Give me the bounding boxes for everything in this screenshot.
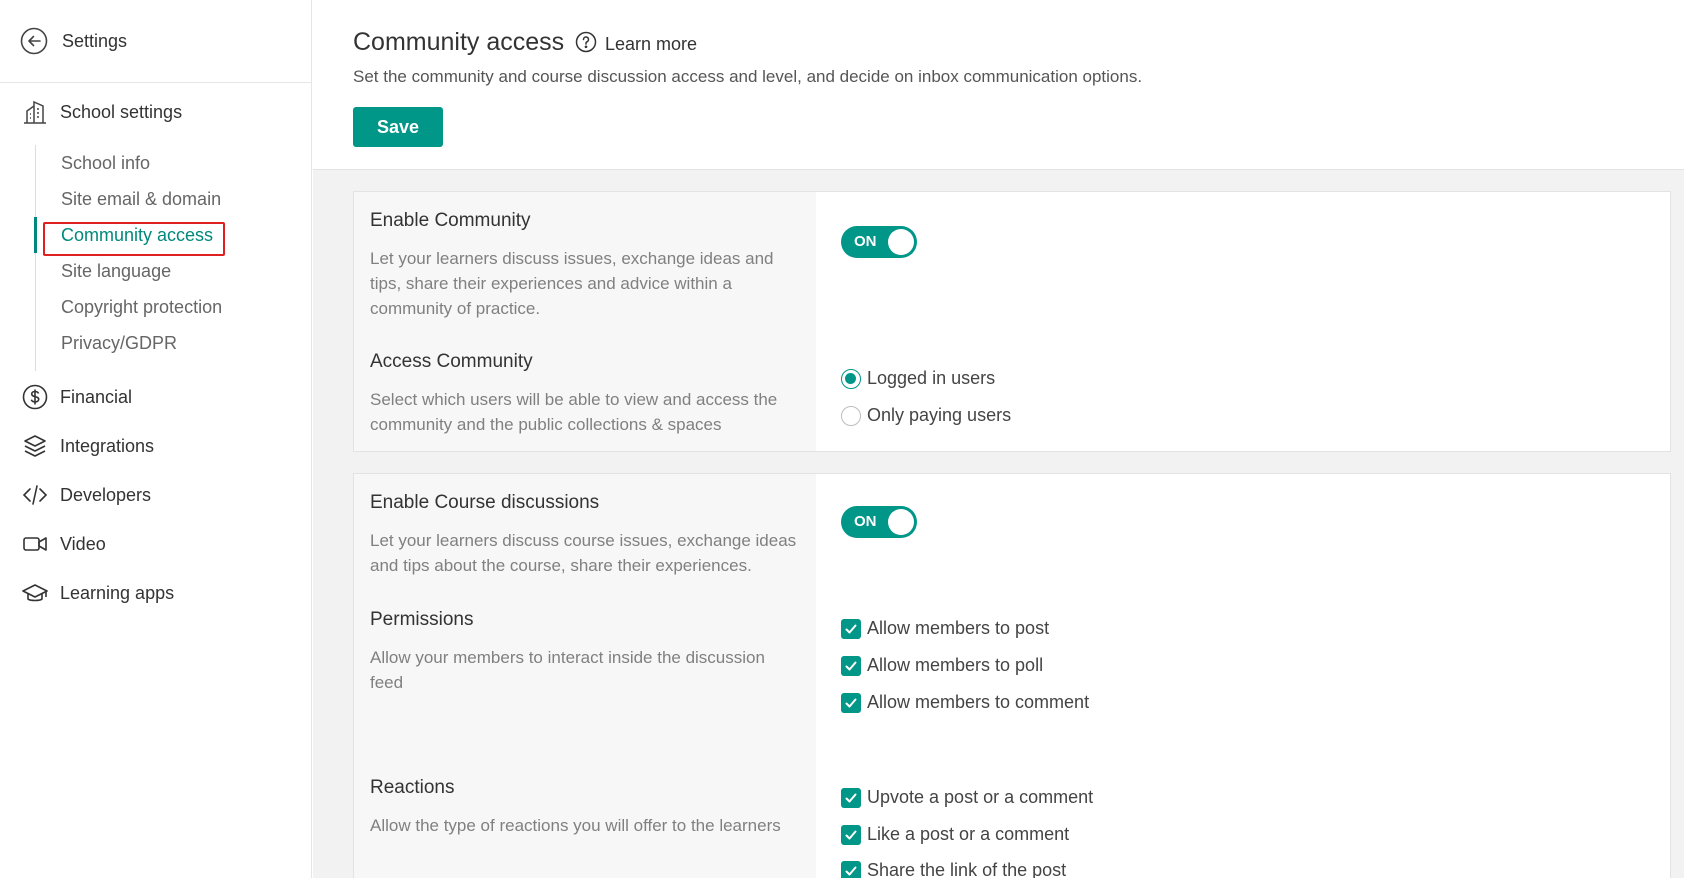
sidebar-item-community-access[interactable]: Community access bbox=[34, 217, 274, 253]
sidebar-header: Settings bbox=[0, 0, 311, 83]
check-icon[interactable] bbox=[841, 618, 861, 639]
settings-sidebar: Settings School settings School info Sit… bbox=[0, 0, 312, 878]
radio-button[interactable] bbox=[841, 405, 861, 426]
back-arrow-icon[interactable] bbox=[20, 27, 48, 55]
code-icon bbox=[22, 482, 48, 508]
check-icon[interactable] bbox=[841, 860, 861, 878]
enable-course-title: Enable Course discussions bbox=[370, 492, 600, 513]
building-icon bbox=[22, 99, 48, 125]
main-content: Community access Learn more Set the comm… bbox=[313, 0, 1684, 878]
course-discussions-card: Enable Course discussions Let your learn… bbox=[353, 473, 1671, 878]
permissions-title: Permissions bbox=[370, 609, 474, 630]
community-card: Enable Community Let your learners discu… bbox=[353, 191, 1671, 452]
checkbox-allow-comment[interactable]: Allow members to comment bbox=[841, 692, 1089, 713]
checkbox-share-link[interactable]: Share the link of the post bbox=[841, 860, 1066, 878]
enable-course-desc: Let your learners discuss course issues,… bbox=[370, 531, 797, 575]
radio-button[interactable] bbox=[841, 368, 861, 389]
checkbox-allow-post[interactable]: Allow members to post bbox=[841, 618, 1049, 639]
checkbox-upvote[interactable]: Upvote a post or a comment bbox=[841, 787, 1093, 808]
sidebar-item-copyright[interactable]: Copyright protection bbox=[36, 289, 276, 325]
check-icon[interactable] bbox=[841, 655, 861, 676]
layers-icon bbox=[22, 433, 48, 459]
checkbox-allow-poll[interactable]: Allow members to poll bbox=[841, 655, 1043, 676]
sidebar-item-video[interactable]: Video bbox=[22, 531, 106, 557]
page-title: Community access bbox=[353, 28, 565, 56]
sidebar-item-site-email[interactable]: Site email & domain bbox=[36, 181, 276, 217]
help-circle-icon bbox=[575, 31, 597, 58]
access-community-title: Access Community bbox=[370, 351, 533, 372]
sidebar-item-financial[interactable]: Financial bbox=[22, 384, 132, 410]
check-icon[interactable] bbox=[841, 787, 861, 808]
graduation-cap-icon bbox=[22, 580, 48, 606]
check-icon[interactable] bbox=[841, 692, 861, 713]
enable-community-title: Enable Community bbox=[370, 210, 531, 231]
enable-community-desc: Let your learners discuss issues, exchan… bbox=[370, 249, 774, 318]
radio-only-paying-users[interactable]: Only paying users bbox=[841, 405, 1011, 426]
sidebar-item-developers[interactable]: Developers bbox=[22, 482, 151, 508]
dollar-icon bbox=[22, 384, 48, 410]
sidebar-item-learning-apps[interactable]: Learning apps bbox=[22, 580, 174, 606]
sidebar-item-site-language[interactable]: Site language bbox=[36, 253, 276, 289]
enable-community-toggle[interactable]: ON bbox=[841, 226, 917, 258]
reactions-desc: Allow the type of reactions you will off… bbox=[370, 816, 781, 835]
sidebar-title: Settings bbox=[62, 30, 128, 51]
sidebar-item-integrations[interactable]: Integrations bbox=[22, 433, 154, 459]
page-subtitle: Set the community and course discussion … bbox=[353, 67, 1143, 86]
sidebar-item-school-info[interactable]: School info bbox=[36, 145, 276, 181]
learn-more-link[interactable]: Learn more bbox=[575, 31, 697, 58]
check-icon[interactable] bbox=[841, 824, 861, 845]
video-icon bbox=[22, 531, 48, 557]
radio-logged-in-users[interactable]: Logged in users bbox=[841, 368, 995, 389]
school-settings-submenu: School info Site email & domain Communit… bbox=[34, 145, 276, 371]
sidebar-item-school-settings[interactable]: School settings bbox=[22, 99, 182, 125]
save-button[interactable]: Save bbox=[353, 107, 443, 147]
sidebar-item-privacy[interactable]: Privacy/GDPR bbox=[36, 325, 276, 361]
page-header: Community access Learn more Set the comm… bbox=[313, 0, 1684, 170]
checkbox-like[interactable]: Like a post or a comment bbox=[841, 824, 1069, 845]
enable-course-toggle[interactable]: ON bbox=[841, 506, 917, 538]
reactions-title: Reactions bbox=[370, 777, 455, 798]
access-community-desc: Select which users will be able to view … bbox=[370, 390, 778, 434]
permissions-desc: Allow your members to interact inside th… bbox=[370, 648, 765, 692]
